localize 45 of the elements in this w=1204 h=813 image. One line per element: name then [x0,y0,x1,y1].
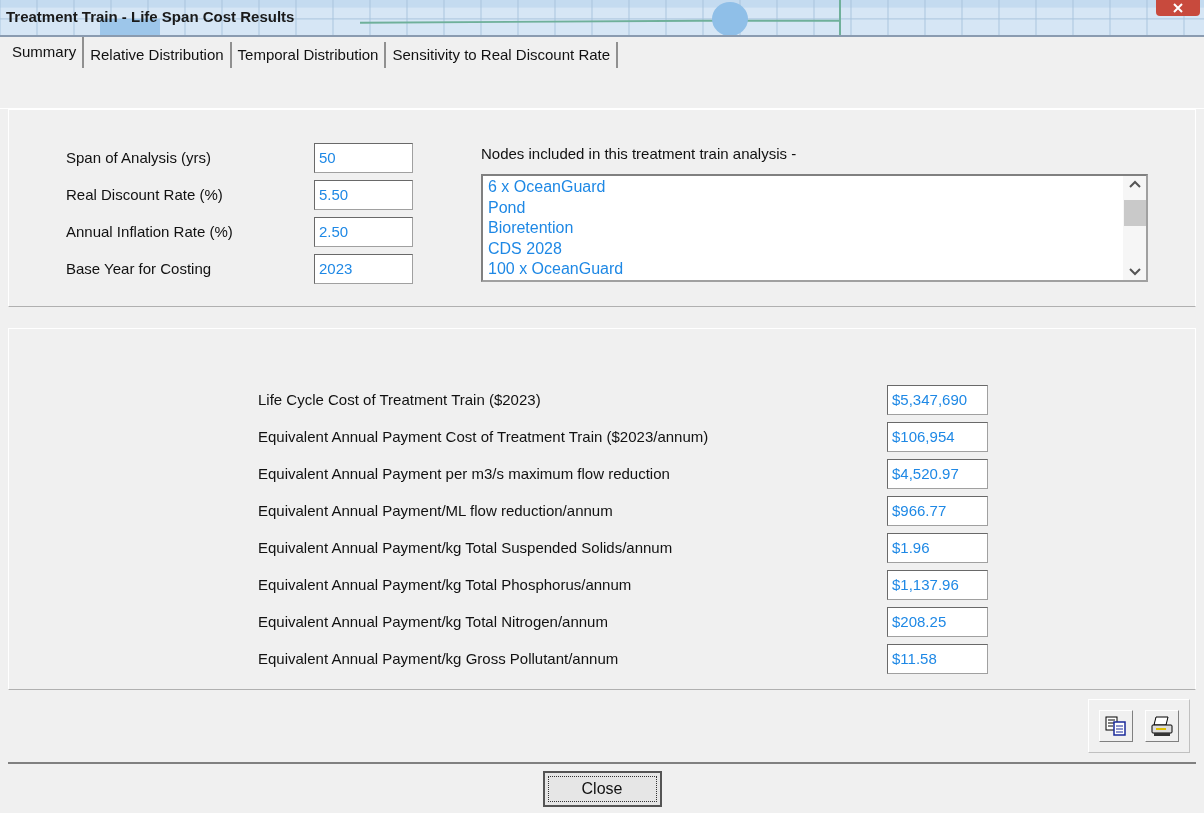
result-label: Equivalent Annual Payment/kg Total Suspended Solids/annum [258,537,674,558]
print-button[interactable] [1145,710,1179,742]
value-field[interactable]: $966.77 [887,496,988,526]
tab[interactable]: Sensitivity to Real Discount Rate [386,42,619,68]
node-item[interactable]: Bioretention [488,218,1123,239]
scroll-thumb[interactable] [1123,200,1146,226]
node-item[interactable]: CDS 2028 [488,238,1123,259]
result-label: Equivalent Annual Payment Cost of Treatment Train ($2023/annum) [258,426,710,447]
value-field[interactable]: $208.25 [887,607,988,637]
value-field[interactable]: $5,347,690 [887,385,988,415]
result-label: Equivalent Annual Payment/ML flow reduction/annum [258,500,614,521]
scroll-up-icon [1128,180,1141,188]
result-label: Equivalent Annual Payment/kg Gross Pollutant/annum [258,648,620,669]
copy-icon [1105,716,1127,736]
close-icon [1173,3,1183,13]
scroll-down-icon [1128,268,1141,276]
value-field[interactable]: $11.58 [887,644,988,674]
value-field[interactable]: 50 [314,143,413,173]
value-field[interactable]: $1,137.96 [887,570,988,600]
tab[interactable]: Temporal Distribution [231,42,387,68]
value-field[interactable]: 2.50 [314,217,413,247]
result-label: Life Cycle Cost of Treatment Train ($2023) [258,389,542,410]
node-item[interactable]: 100 x OceanGuard [488,259,1123,280]
node-item[interactable]: 6 x OceanGuard [488,177,1123,198]
value-field[interactable]: $106,954 [887,422,988,452]
close-dialog-button[interactable]: Close [542,770,662,807]
node-item[interactable]: Pond [488,197,1123,218]
parameter-label: Annual Inflation Rate (%) [66,221,234,242]
result-label: Equivalent Annual Payment per m3/s maximum flow reduction [258,463,671,484]
parameter-label: Base Year for Costing [66,258,213,279]
copy-button[interactable] [1099,710,1133,742]
value-field[interactable]: $1.96 [887,533,988,563]
printer-icon [1150,715,1174,737]
parameter-label: Span of Analysis (yrs) [66,147,213,168]
parameter-label: Real Discount Rate (%) [66,184,224,205]
nodes-list[interactable]: 6 x OceanGuard Pond Bioretention CDS 2028 100 x OceanGuard [481,174,1148,282]
value-field[interactable]: $4,520.97 [887,459,988,489]
scrollbar[interactable] [1123,176,1146,280]
nodes-label: Nodes included in this treatment train analysis - [481,144,798,164]
window-title: Treatment Train - Life Span Cost Results [6,7,295,27]
result-label: Equivalent Annual Payment/kg Total Phosphorus/annum [258,574,633,595]
value-field[interactable]: 5.50 [314,180,413,210]
result-label: Equivalent Annual Payment/kg Total Nitrogen/annum [258,611,609,632]
value-field[interactable]: 2023 [314,254,413,284]
tab[interactable]: Relative Distribution [84,42,232,68]
